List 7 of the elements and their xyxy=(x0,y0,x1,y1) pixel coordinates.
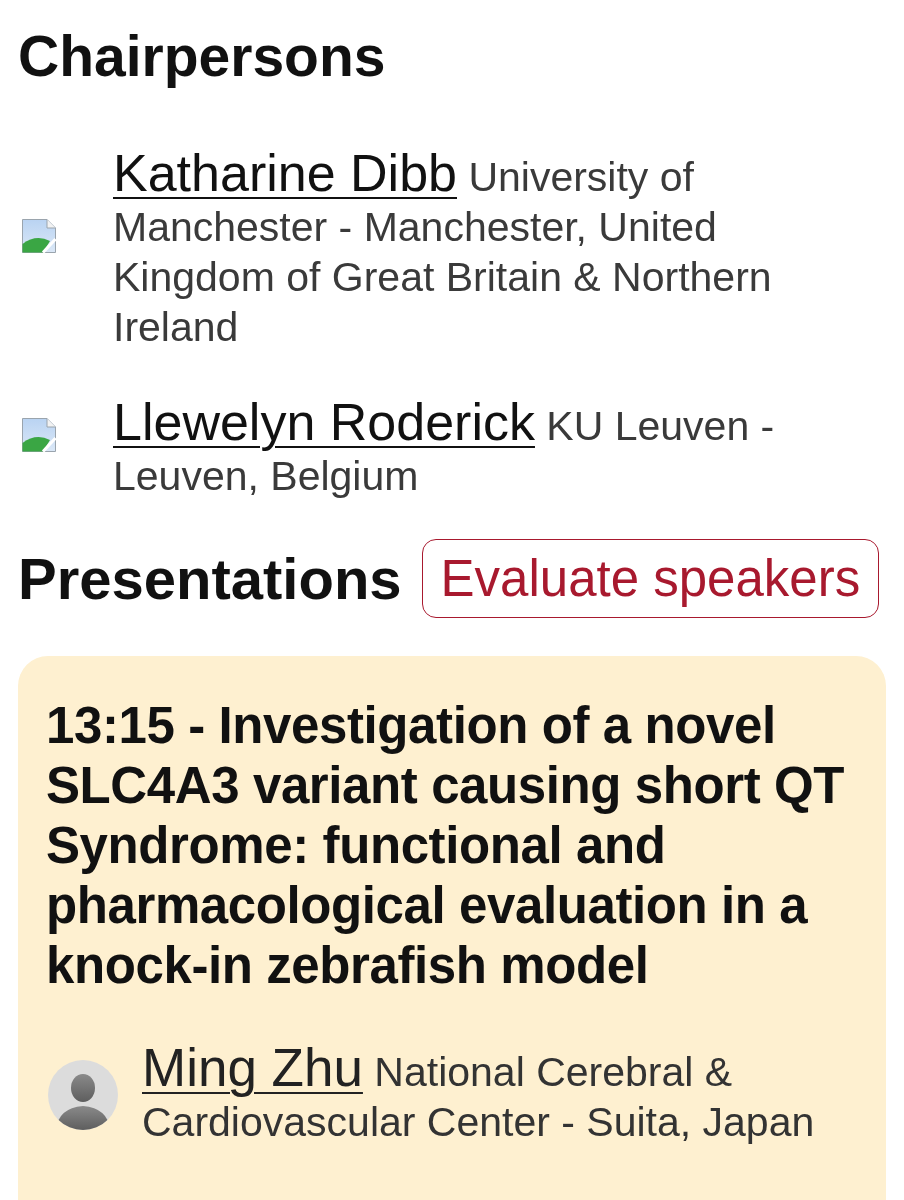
avatar-icon xyxy=(48,1060,118,1130)
section-heading: Presentations xyxy=(18,546,402,611)
presentation-title: 13:15 - Investigation of a novel SLC4A3 variant causing short QT Syndrome: functional and pharmacological evaluation in a knock-in zebrafish model xyxy=(46,696,846,996)
broken-image-icon xyxy=(22,418,56,452)
section-heading: Chairpersons xyxy=(18,26,387,86)
evaluate-speakers-button[interactable]: Evaluate speakers xyxy=(421,539,880,618)
broken-image-icon xyxy=(22,219,56,253)
